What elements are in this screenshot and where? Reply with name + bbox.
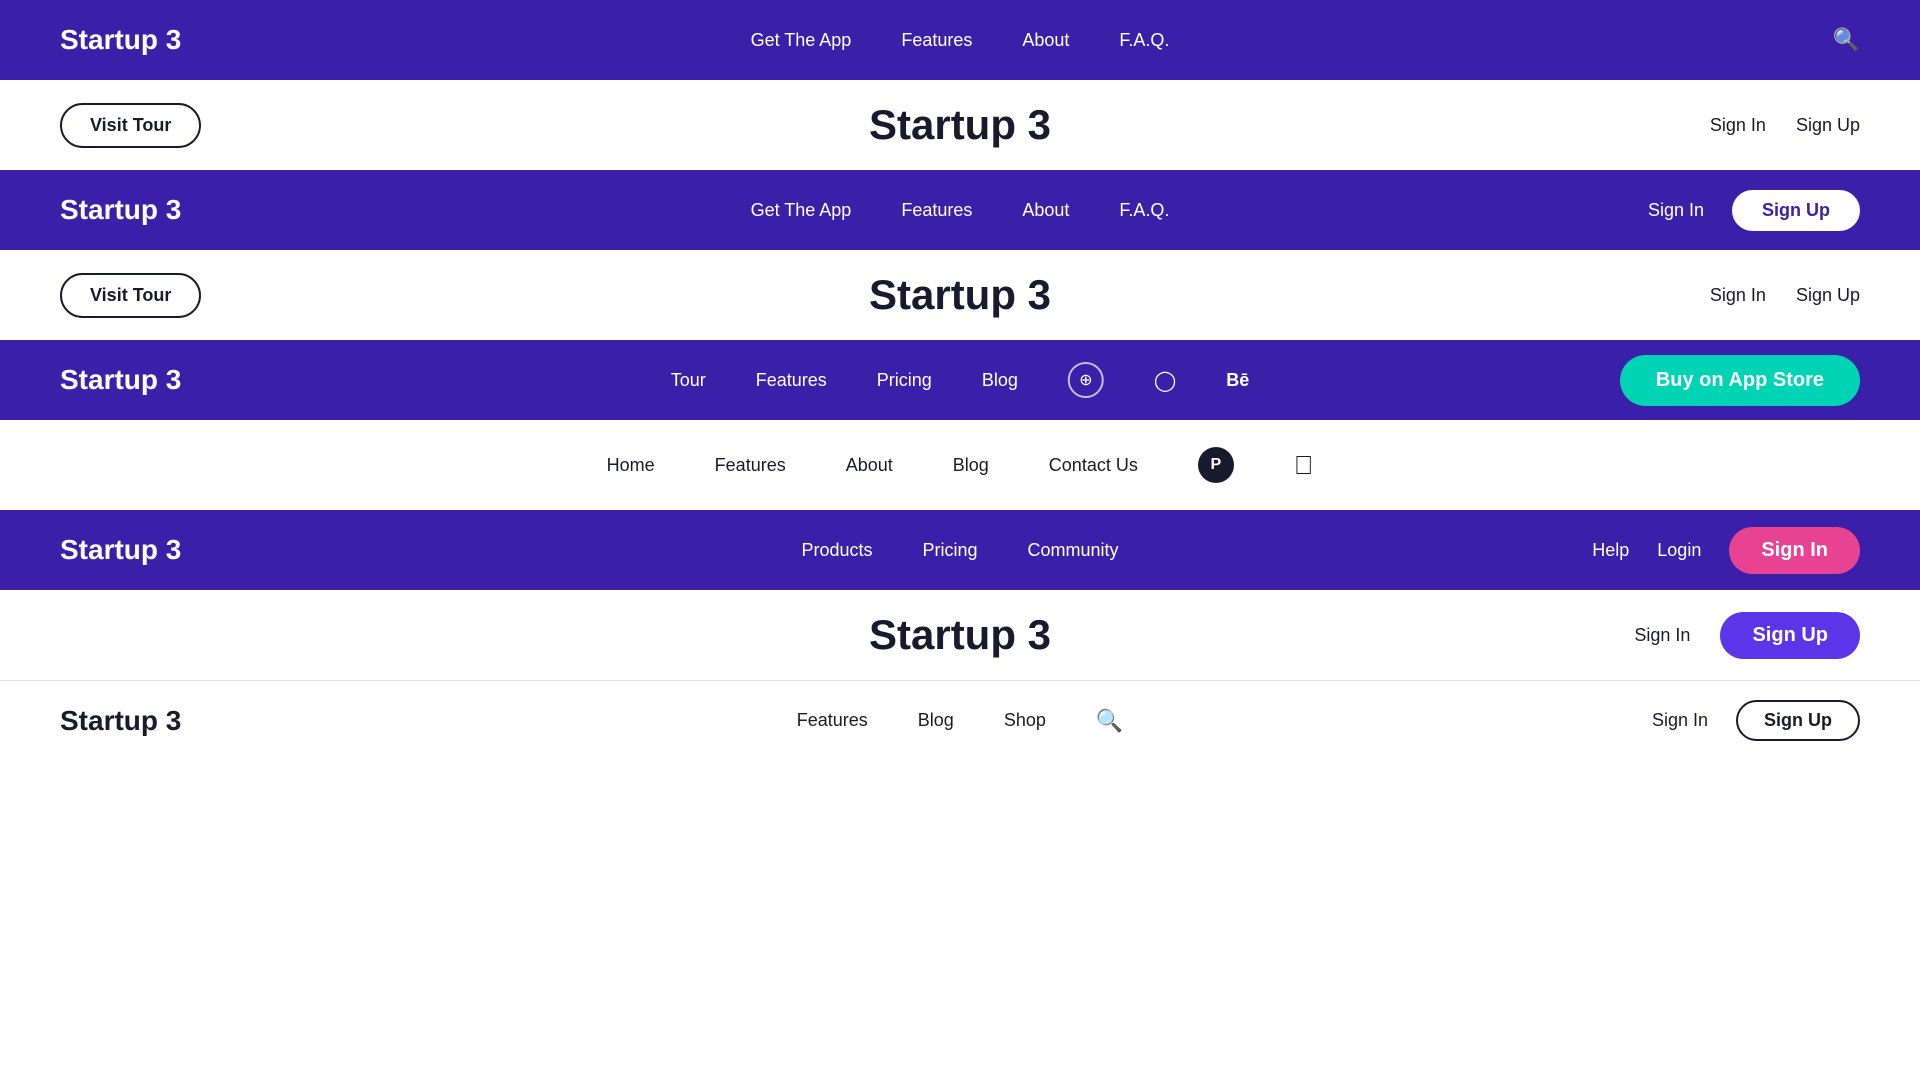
brand-1: Startup 3 xyxy=(60,24,181,56)
signup-button-4[interactable]: Sign Up xyxy=(1720,612,1860,659)
signup-button-5[interactable]: Sign Up xyxy=(1736,700,1860,741)
apple-icon[interactable]:  xyxy=(1294,450,1314,481)
dribbble-icon[interactable]: ⊕ xyxy=(1068,362,1104,398)
content-strip-3: Home Features About Blog Contact Us P  xyxy=(0,420,1920,510)
search-icon-5[interactable]: 🔍 xyxy=(1096,708,1123,734)
content-strip-2: Visit Tour Startup 3 Sign In Sign Up xyxy=(0,250,1920,340)
center-title-1: Startup 3 xyxy=(869,101,1051,149)
login-link[interactable]: Login xyxy=(1657,540,1701,561)
content-strip-4: Startup 3 Sign In Sign Up xyxy=(0,590,1920,680)
features-link-strip[interactable]: Features xyxy=(715,455,786,476)
center-title-4: Startup 3 xyxy=(869,611,1051,659)
nav-link-blog-5[interactable]: Blog xyxy=(918,710,954,731)
instagram-icon[interactable]: ◯ xyxy=(1154,368,1176,393)
behance-icon[interactable]: Bē xyxy=(1226,370,1249,391)
signin-button-4[interactable]: Sign In xyxy=(1729,527,1860,574)
signin-link-5[interactable]: Sign In xyxy=(1652,710,1708,731)
contact-us-link[interactable]: Contact Us xyxy=(1049,455,1138,476)
right-actions-4: Sign In Sign Up xyxy=(1634,612,1860,659)
navbar-4: Startup 3 Products Pricing Community Hel… xyxy=(0,510,1920,590)
nav-link-get-the-app-1[interactable]: Get The App xyxy=(751,30,852,51)
brand-5: Startup 3 xyxy=(60,705,181,737)
blog-link-strip[interactable]: Blog xyxy=(953,455,989,476)
center-title-2: Startup 3 xyxy=(869,271,1051,319)
nav-link-blog-3[interactable]: Blog xyxy=(982,370,1018,391)
nav-right-5: Sign In Sign Up xyxy=(1652,700,1860,741)
right-actions-1: Sign In Sign Up xyxy=(1710,115,1860,136)
nav-right-2: Sign In Sign Up xyxy=(1648,190,1860,231)
nav-center-5: Features Blog Shop 🔍 xyxy=(797,708,1124,734)
navbar-5: Startup 3 Features Blog Shop 🔍 Sign In S… xyxy=(0,680,1920,760)
signin-link-3[interactable]: Sign In xyxy=(1710,285,1766,306)
signin-link-2[interactable]: Sign In xyxy=(1648,200,1704,221)
nav-center-2: Get The App Features About F.A.Q. xyxy=(751,200,1170,221)
nav-center-1: Get The App Features About F.A.Q. xyxy=(751,30,1170,51)
nav-link-faq-2[interactable]: F.A.Q. xyxy=(1119,200,1169,221)
visit-tour-button-2[interactable]: Visit Tour xyxy=(60,273,201,318)
home-link[interactable]: Home xyxy=(607,455,655,476)
nav-link-tour-3[interactable]: Tour xyxy=(671,370,706,391)
brand-2: Startup 3 xyxy=(60,194,181,226)
signup-link-2[interactable]: Sign Up xyxy=(1796,285,1860,306)
nav-link-about-1[interactable]: About xyxy=(1022,30,1069,51)
nav-link-faq-1[interactable]: F.A.Q. xyxy=(1119,30,1169,51)
navbar-1: Startup 3 Get The App Features About F.A… xyxy=(0,0,1920,80)
navbar-2: Startup 3 Get The App Features About F.A… xyxy=(0,170,1920,250)
nav-center-4: Products Pricing Community xyxy=(801,540,1118,561)
help-link[interactable]: Help xyxy=(1592,540,1629,561)
nav-right-4: Help Login Sign In xyxy=(1592,527,1860,574)
nav-center-3: Tour Features Pricing Blog ⊕ ◯ Bē xyxy=(671,362,1250,398)
nav-link-shop-5[interactable]: Shop xyxy=(1004,710,1046,731)
producthunt-icon[interactable]: P xyxy=(1198,447,1234,483)
nav-link-pricing-3[interactable]: Pricing xyxy=(877,370,932,391)
signup-link-1[interactable]: Sign Up xyxy=(1796,115,1860,136)
signin-link-1[interactable]: Sign In xyxy=(1710,115,1766,136)
content-strip-1: Visit Tour Startup 3 Sign In Sign Up xyxy=(0,80,1920,170)
signup-button-2[interactable]: Sign Up xyxy=(1732,190,1860,231)
brand-4: Startup 3 xyxy=(60,534,181,566)
about-link-strip[interactable]: About xyxy=(846,455,893,476)
signin-link-4[interactable]: Sign In xyxy=(1634,625,1690,646)
nav-right-3: Buy on App Store xyxy=(1620,355,1860,406)
search-icon-1[interactable]: 🔍 xyxy=(1833,27,1860,53)
nav-link-community[interactable]: Community xyxy=(1028,540,1119,561)
nav-link-features-5[interactable]: Features xyxy=(797,710,868,731)
nav-link-get-the-app-2[interactable]: Get The App xyxy=(751,200,852,221)
nav-link-pricing-4[interactable]: Pricing xyxy=(922,540,977,561)
buy-app-store-button[interactable]: Buy on App Store xyxy=(1620,355,1860,406)
brand-3: Startup 3 xyxy=(60,364,181,396)
visit-tour-button-1[interactable]: Visit Tour xyxy=(60,103,201,148)
nav-right-1: 🔍 xyxy=(1833,27,1860,53)
right-actions-2: Sign In Sign Up xyxy=(1710,285,1860,306)
navbar-3: Startup 3 Tour Features Pricing Blog ⊕ ◯… xyxy=(0,340,1920,420)
nav-link-features-2[interactable]: Features xyxy=(901,200,972,221)
nav-link-products[interactable]: Products xyxy=(801,540,872,561)
nav-link-about-2[interactable]: About xyxy=(1022,200,1069,221)
nav-link-features-3[interactable]: Features xyxy=(756,370,827,391)
nav-link-features-1[interactable]: Features xyxy=(901,30,972,51)
